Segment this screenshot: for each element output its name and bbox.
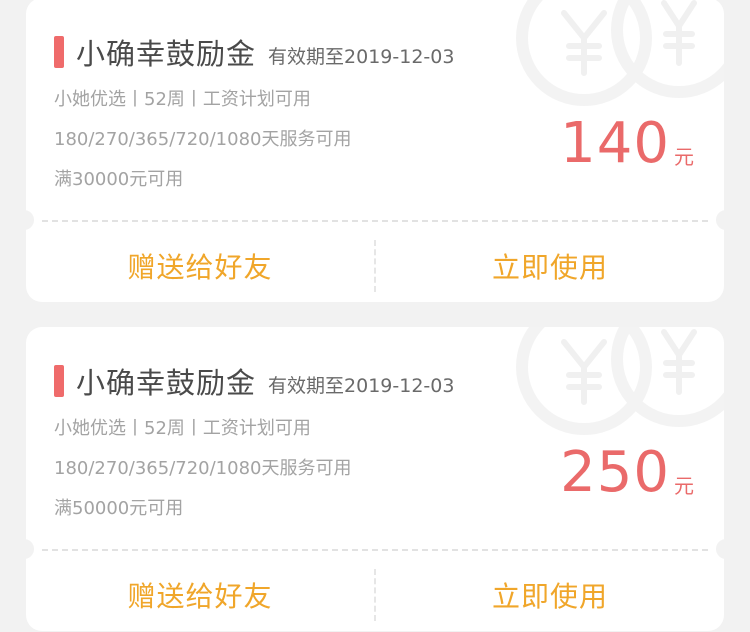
coupon-title-row: 小确幸鼓励金 有效期至2019-12-03 (54, 32, 454, 72)
ticket-notch-left (26, 539, 34, 559)
coupon-title: 小确幸鼓励金 (76, 37, 257, 71)
coupon-card: 小确幸鼓励金 有效期至2019-12-03 小她优选丨52周丨工资计划可用 18… (26, 327, 724, 631)
coupon-term-scope: 180/270/365/720/1080天服务可用 (54, 458, 352, 479)
use-now-button[interactable]: 立即使用 (376, 567, 724, 623)
coupon-divider (42, 220, 708, 222)
ticket-notch-right (716, 539, 724, 559)
gift-to-friend-button[interactable]: 赠送给好友 (26, 238, 374, 294)
coupon-amount-value: 140 (560, 111, 670, 176)
coupon-title-row: 小确幸鼓励金 有效期至2019-12-03 (54, 361, 454, 401)
ticket-notch-left (26, 210, 34, 230)
coupon-actions: 赠送给好友 立即使用 (26, 567, 724, 623)
coupon-amount-unit: 元 (674, 145, 694, 169)
coupon-min-amount: 满50000元可用 (54, 498, 184, 519)
coupon-amount: 250 元 (560, 445, 694, 501)
yen-coin-watermark-icon (516, 0, 724, 106)
yen-coin-watermark-icon (516, 327, 724, 435)
coupon-title: 小确幸鼓励金 (76, 366, 257, 400)
coupon-amount-unit: 元 (674, 474, 694, 498)
coupon-amount-value: 250 (560, 440, 670, 505)
coupon-actions: 赠送给好友 立即使用 (26, 238, 724, 294)
coupon-product-scope: 小她优选丨52周丨工资计划可用 (54, 418, 311, 439)
coupon-expire-date: 有效期至2019-12-03 (268, 374, 455, 397)
gift-to-friend-button[interactable]: 赠送给好友 (26, 567, 374, 623)
use-now-button[interactable]: 立即使用 (376, 238, 724, 294)
title-accent-bar (54, 365, 64, 397)
coupon-min-amount: 满30000元可用 (54, 169, 184, 190)
coupon-divider (42, 549, 708, 551)
coupon-card: 小确幸鼓励金 有效期至2019-12-03 小她优选丨52周丨工资计划可用 18… (26, 0, 724, 302)
coupon-term-scope: 180/270/365/720/1080天服务可用 (54, 129, 352, 150)
coupon-product-scope: 小她优选丨52周丨工资计划可用 (54, 89, 311, 110)
coupon-expire-date: 有效期至2019-12-03 (268, 45, 455, 68)
title-accent-bar (54, 36, 64, 68)
ticket-notch-right (716, 210, 724, 230)
coupon-amount: 140 元 (560, 116, 694, 172)
